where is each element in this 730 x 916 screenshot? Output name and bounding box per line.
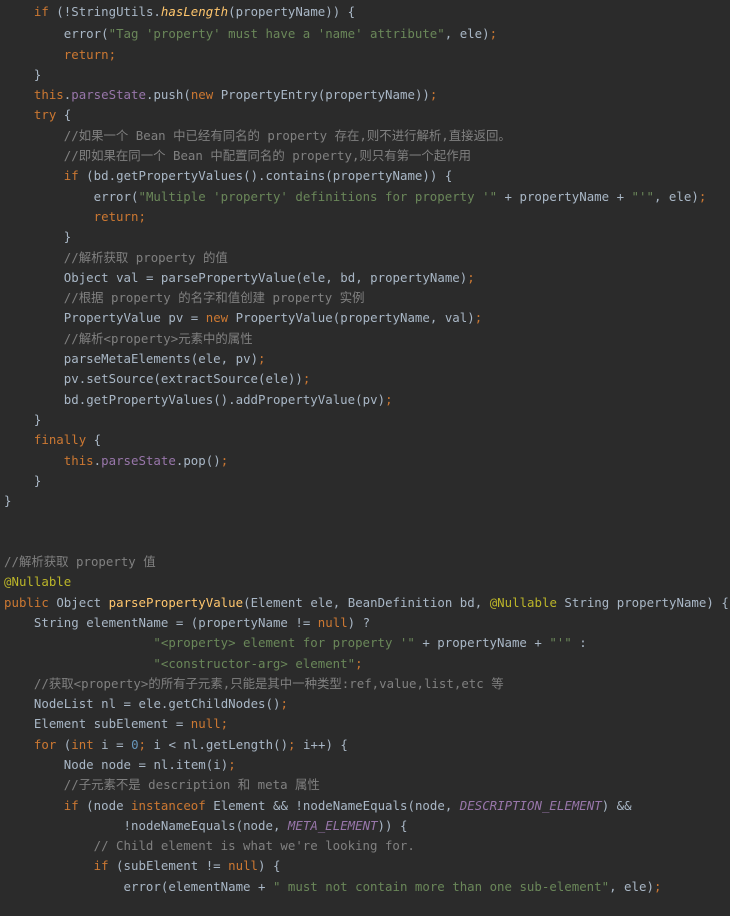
code-line: public Object parsePropertyValue(Element…	[4, 594, 729, 610]
code-line: "<property> element for property '" + pr…	[4, 635, 587, 651]
code-line: finally {	[4, 432, 102, 448]
code-line: error("Multiple 'property' definitions f…	[4, 188, 707, 204]
code-line: error("Tag 'property' must have a 'name'…	[4, 26, 498, 42]
code-line: }	[4, 472, 42, 488]
code-line: //获取<property>的所有子元素,只能是其中一种类型:ref,value…	[4, 675, 504, 691]
code-line: Element subElement = null;	[4, 716, 229, 732]
code-line: //如果一个 Bean 中已经有同名的 property 存在,则不进行解析,直…	[4, 127, 511, 143]
code-line: error(elementName + " must not contain m…	[4, 878, 662, 894]
code-line: "<constructor-arg> element";	[4, 655, 363, 671]
code-line: @Nullable	[4, 574, 72, 590]
code-line: this.parseState.pop();	[4, 452, 229, 468]
code-line: for (int i = 0; i < nl.getLength(); i++)…	[4, 736, 348, 752]
code-line: PropertyValue pv = new PropertyValue(pro…	[4, 310, 483, 326]
code-line: bd.getPropertyValues().addPropertyValue(…	[4, 391, 393, 407]
code-editor-pane[interactable]: if (!StringUtils.hasLength(propertyName)…	[0, 0, 730, 916]
code-line: if (bd.getPropertyValues().contains(prop…	[4, 168, 453, 184]
code-line: }	[4, 229, 72, 245]
code-line: Node node = nl.item(i);	[4, 756, 236, 772]
code-line: if (node instanceof Element && !nodeName…	[4, 797, 632, 813]
code-line: }	[4, 66, 42, 82]
code-line: try {	[4, 107, 72, 123]
code-line: if (!StringUtils.hasLength(propertyName)…	[4, 4, 356, 19]
code-line: }	[4, 411, 42, 427]
code-line: String elementName = (propertyName != nu…	[4, 614, 371, 630]
code-line: // Child element is what we're looking f…	[4, 838, 415, 854]
code-line: //即如果在同一个 Bean 中配置同名的 property,则只有第一个起作用	[4, 148, 472, 164]
code-line: if (subElement != null) {	[4, 858, 281, 874]
code-line: this.parseState.push(new PropertyEntry(p…	[4, 87, 438, 103]
code-line: //解析获取 property 的值	[4, 249, 228, 265]
code-line: return;	[4, 46, 117, 62]
code-line: //解析获取 property 值	[4, 554, 156, 570]
code-line: //子元素不是 description 和 meta 属性	[4, 777, 320, 793]
code-line: Object val = parsePropertyValue(ele, bd,…	[4, 269, 475, 285]
code-line: return;	[4, 208, 146, 224]
code-line: }	[4, 493, 12, 509]
code-line: !nodeNameEquals(node, META_ELEMENT)) {	[4, 817, 408, 833]
code-line: pv.setSource(extractSource(ele));	[4, 371, 311, 387]
code-line: NodeList nl = ele.getChildNodes();	[4, 696, 288, 712]
code-line: //解析<property>元素中的属性	[4, 330, 253, 346]
code-line: //根据 property 的名字和值创建 property 实例	[4, 290, 365, 306]
code-line: parseMetaElements(ele, pv);	[4, 351, 266, 367]
